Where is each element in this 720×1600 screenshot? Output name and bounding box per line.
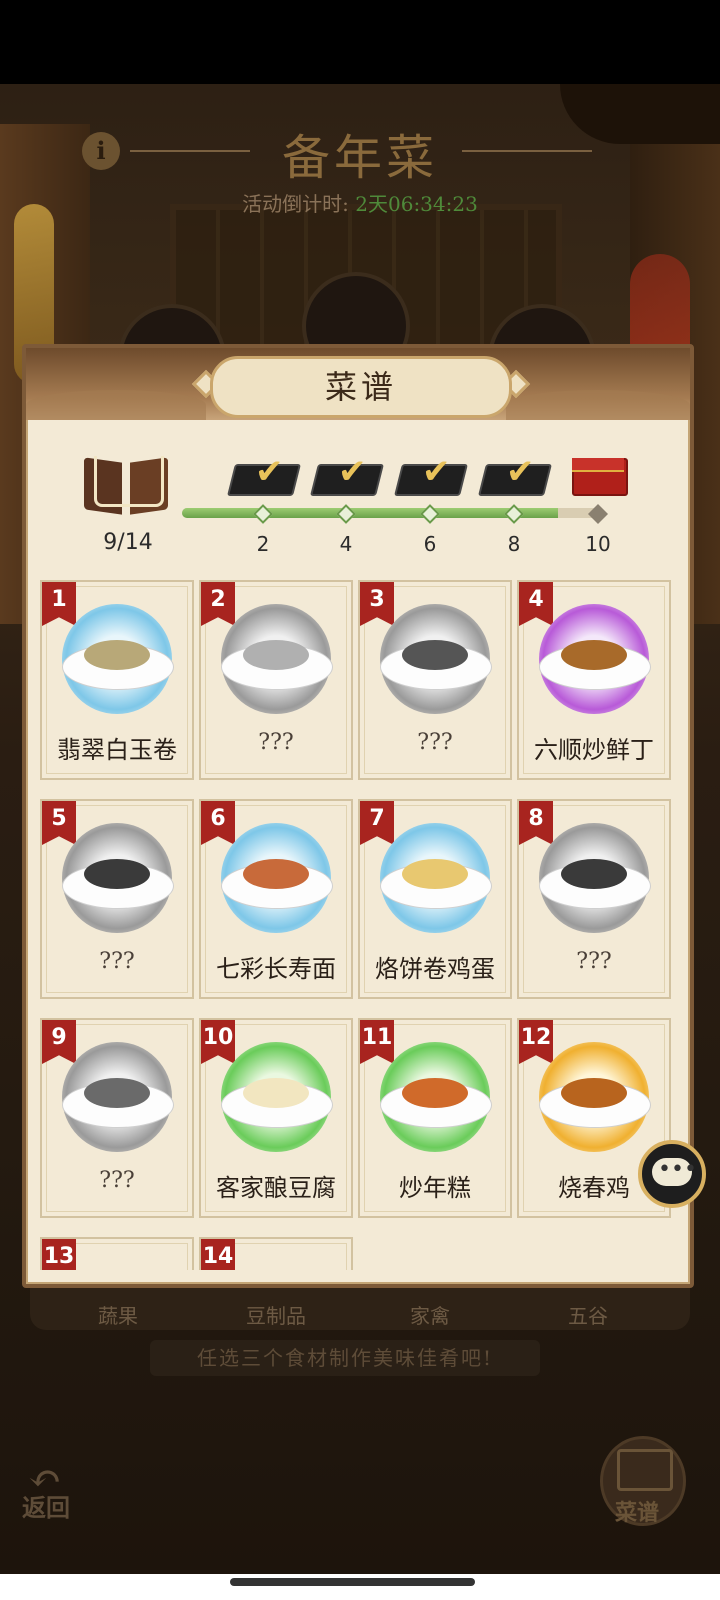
- recipe-card[interactable]: 2???: [199, 580, 353, 780]
- recipe-card[interactable]: 4 六顺炒鲜丁: [517, 580, 671, 780]
- recipe-card[interactable]: 1 翡翠白玉卷: [40, 580, 194, 780]
- recipe-card[interactable]: 3???: [358, 580, 512, 780]
- recipe-name: 六顺炒鲜丁: [534, 736, 654, 764]
- recipe-name: ???: [258, 730, 294, 755]
- recipe-number-badge: 13: [42, 1239, 76, 1270]
- countdown-label: 活动倒计时:: [242, 192, 349, 216]
- recipe-number-badge: 4: [519, 582, 553, 626]
- header-mountain-decoration: [506, 390, 690, 420]
- recipe-number-badge: 14: [201, 1239, 235, 1270]
- home-indicator-bar: [0, 1574, 720, 1600]
- recipe-name: ???: [576, 949, 612, 974]
- recipe-number-badge: 11: [360, 1020, 394, 1064]
- milestone-label: 8: [507, 532, 521, 556]
- recipe-number-badge: 10: [201, 1020, 235, 1064]
- collection-progress-bar: [182, 508, 600, 518]
- recipe-button-label: 菜谱: [615, 1500, 660, 1526]
- dish-icon: [243, 859, 309, 889]
- recipe-card[interactable]: 5???: [40, 799, 194, 999]
- chat-button[interactable]: •••: [638, 1140, 706, 1208]
- chat-dots: •••: [658, 1157, 697, 1182]
- recipe-number-badge: 3: [360, 582, 394, 626]
- claimed-check-icon: ✔: [338, 452, 367, 492]
- recipe-grid: 1 翡翠白玉卷 2??? 3??? 4 六顺炒鲜丁 5??? 6 七彩长寿面 7 烙饼卷鸡蛋 8???…: [40, 580, 676, 1270]
- panel-title: 菜谱: [210, 356, 512, 418]
- recipe-number-badge: 6: [201, 801, 235, 845]
- progress-fill: [182, 508, 559, 518]
- recipe-number-badge: 1: [42, 582, 76, 626]
- recipe-name: 炒年糕: [399, 1174, 471, 1202]
- home-indicator[interactable]: [230, 1578, 475, 1586]
- recipe-name: ???: [417, 730, 453, 755]
- recipe-panel: 菜谱 9/14 ✔ 2 ✔ 4 ✔ 6 ✔ 8 10 1 翡翠白玉卷 2??? 3??? 4 六顺炒鲜丁 5…: [22, 344, 694, 1288]
- event-title: 备年菜: [281, 130, 438, 186]
- category-tab-poultry[interactable]: 家禽: [370, 1300, 490, 1329]
- recipe-name: 客家酿豆腐: [216, 1174, 336, 1202]
- recipe-card[interactable]: 6 七彩长寿面: [199, 799, 353, 999]
- dish-icon: [402, 859, 468, 889]
- dish-icon: [561, 1078, 627, 1108]
- recipe-card[interactable]: 9???: [40, 1018, 194, 1218]
- dish-icon: [243, 640, 309, 670]
- back-label: 返回: [22, 1493, 70, 1522]
- dish-icon: [243, 1078, 309, 1108]
- header-mountain-decoration: [26, 390, 206, 420]
- claimed-check-icon: ✔: [255, 452, 284, 492]
- dish-icon: [561, 859, 627, 889]
- milestone-reward-2[interactable]: ✔: [227, 452, 301, 496]
- hint-text: 任选三个食材制作美味佳肴吧!: [150, 1340, 540, 1376]
- countdown-value: 2天06:34:23: [355, 192, 478, 216]
- recipe-name: 七彩长寿面: [216, 955, 336, 983]
- milestone-label: 4: [339, 532, 353, 556]
- recipe-book-icon: [617, 1449, 673, 1491]
- recipe-number-badge: 9: [42, 1020, 76, 1064]
- milestone-reward-8[interactable]: ✔: [478, 452, 552, 496]
- category-tab-grains[interactable]: 五谷: [528, 1300, 648, 1329]
- recipe-book-icon: [84, 452, 168, 518]
- milestone-reward-6[interactable]: ✔: [394, 452, 468, 496]
- dish-icon: [402, 640, 468, 670]
- recipe-number-badge: 7: [360, 801, 394, 845]
- recipe-card[interactable]: 11 炒年糕: [358, 1018, 512, 1218]
- milestone-reward-10[interactable]: [566, 456, 632, 496]
- dish-icon: [84, 1078, 150, 1108]
- category-tab-vegetables[interactable]: 蔬果: [58, 1300, 178, 1329]
- recipe-name: 翡翠白玉卷: [57, 736, 177, 764]
- recipe-number-badge: 8: [519, 801, 553, 845]
- milestone-reward-4[interactable]: ✔: [310, 452, 384, 496]
- recipe-number-badge: 2: [201, 582, 235, 626]
- dish-icon: [84, 640, 150, 670]
- claimed-check-icon: ✔: [506, 452, 535, 492]
- milestone-label: 6: [423, 532, 437, 556]
- collected-count: 9/14: [103, 530, 153, 555]
- milestone-label: 2: [256, 532, 270, 556]
- status-bar: [0, 0, 720, 84]
- recipe-card[interactable]: 7 烙饼卷鸡蛋: [358, 799, 512, 999]
- claimed-check-icon: ✔: [422, 452, 451, 492]
- recipe-name: 烙饼卷鸡蛋: [375, 955, 495, 983]
- event-countdown: 活动倒计时: 2天06:34:23: [0, 188, 720, 217]
- dish-icon: [84, 859, 150, 889]
- category-tab-tofu[interactable]: 豆制品: [216, 1300, 336, 1329]
- recipe-name: ???: [99, 949, 135, 974]
- back-button[interactable]: ↶ 返回: [20, 1450, 90, 1522]
- dish-icon: [561, 640, 627, 670]
- recipe-card[interactable]: 14: [199, 1237, 353, 1270]
- recipe-card[interactable]: 13: [40, 1237, 194, 1270]
- milestone-label: 10: [585, 532, 611, 556]
- recipe-card[interactable]: 10 客家酿豆腐: [199, 1018, 353, 1218]
- recipe-number-badge: 5: [42, 801, 76, 845]
- recipe-name: ???: [99, 1168, 135, 1193]
- recipe-card[interactable]: 8???: [517, 799, 671, 999]
- recipe-number-badge: 12: [519, 1020, 553, 1064]
- recipe-book-button[interactable]: 菜谱: [600, 1436, 686, 1526]
- dish-icon: [402, 1078, 468, 1108]
